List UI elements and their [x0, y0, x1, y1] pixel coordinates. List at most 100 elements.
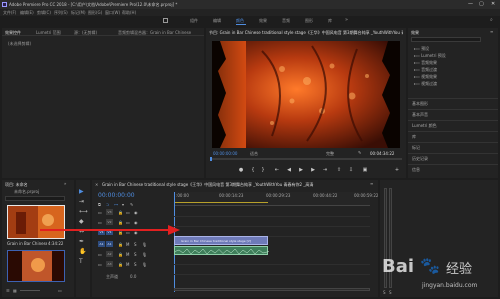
overflow-icon[interactable]: » — [345, 17, 348, 23]
track-label-v3[interactable]: V3 — [106, 209, 113, 215]
section-libraries[interactable]: 库 — [408, 131, 498, 140]
audio-lane-a2[interactable] — [174, 256, 370, 265]
section-info[interactable]: 信息 — [408, 164, 498, 173]
lock-icon[interactable]: 🔒 — [118, 262, 123, 267]
workspace-tab-editing[interactable]: 编辑 — [213, 18, 221, 24]
tab-lumetri-scopes[interactable]: Lumetri 范围 — [36, 30, 61, 36]
add-marker-icon[interactable]: ● — [238, 167, 244, 173]
tab-audio-clip-mixer[interactable]: 音频剪辑混合器：Grain in Bar Chinese — [118, 30, 202, 36]
new-item-icon[interactable]: ▭ — [58, 288, 62, 293]
lock-icon[interactable]: 🔒 — [118, 252, 123, 257]
mute-button[interactable]: M — [126, 252, 129, 257]
go-to-in-icon[interactable]: ⇤ — [274, 167, 280, 173]
search-icon[interactable]: ⌕ — [490, 17, 493, 23]
mute-button[interactable]: M — [126, 242, 129, 247]
timeline-horizontal-scrollbar[interactable] — [174, 288, 370, 291]
lock-icon[interactable]: 🔒 — [118, 210, 123, 215]
timeline-close-icon[interactable]: ✕ — [95, 182, 98, 187]
track-label-a3[interactable]: A3 — [106, 261, 113, 267]
type-tool-icon[interactable]: T — [79, 258, 83, 265]
audio-lane-a3[interactable] — [174, 266, 370, 275]
section-essential-graphics[interactable]: 基本图形 — [408, 98, 498, 107]
toggle-sync-lock-icon[interactable]: ▭ — [98, 210, 102, 215]
list-item[interactable]: ▸▭ 音频过渡 — [408, 66, 498, 73]
track-label-a2[interactable]: A2 — [106, 251, 113, 257]
track-label-a1[interactable]: A1 — [106, 241, 113, 247]
video-clip[interactable]: Grain in Bar Chinese traditional style s… — [174, 236, 268, 245]
fit-dropdown[interactable]: 适合 — [250, 151, 258, 157]
section-lumetri-color[interactable]: Lumetri 颜色 — [408, 120, 498, 129]
section-essential-sound[interactable]: 基本声音 — [408, 109, 498, 118]
timeline-settings-icon[interactable]: ✎ — [130, 202, 133, 207]
solo-button[interactable]: S — [134, 262, 137, 267]
go-to-out-icon[interactable]: ⇥ — [322, 167, 328, 173]
solo-button[interactable]: S — [134, 252, 137, 257]
list-item[interactable]: ▸▭ 音频效果 — [408, 59, 498, 66]
video-lane-v2[interactable] — [174, 218, 370, 227]
list-item[interactable]: ▸▭ 视频效果 — [408, 73, 498, 80]
selection-tool-icon[interactable]: ▶ — [79, 188, 84, 195]
effects-search-input[interactable] — [411, 37, 481, 42]
list-item[interactable]: ▸▭ 预设 — [408, 45, 498, 52]
eye-icon[interactable]: ◉ — [134, 210, 138, 215]
lock-icon[interactable]: 🔒 — [118, 242, 123, 247]
zoom-slider[interactable] — [20, 290, 40, 291]
tab-effect-controls[interactable]: 效果控件 — [5, 30, 21, 36]
microphone-icon[interactable]: 🎙 — [142, 242, 147, 247]
mark-out-icon[interactable]: } — [260, 167, 266, 173]
timeline-menu-icon[interactable]: ≡ — [370, 181, 373, 186]
project-panel-title[interactable]: 项目: 未命名 — [5, 182, 28, 188]
toggle-sync-lock-icon[interactable]: ▭ — [98, 262, 102, 267]
home-icon[interactable] — [163, 18, 168, 23]
close-button[interactable]: ✕ — [491, 1, 495, 7]
source-patch-a1[interactable]: A1 — [98, 241, 105, 247]
program-scrub-bar[interactable] — [210, 158, 402, 160]
maximize-button[interactable]: ▢ — [479, 1, 484, 7]
list-view-icon[interactable]: ☰ — [6, 288, 10, 293]
workspace-tab-effects[interactable]: 效果 — [259, 18, 267, 24]
workspace-tab-assembly[interactable]: 组件 — [190, 18, 198, 24]
step-forward-icon[interactable]: ▶ — [310, 167, 316, 173]
mute-button[interactable]: M — [126, 262, 129, 267]
time-ruler[interactable]: :00:00 00:00:14:23 00:00:29:23 00:00:44:… — [174, 192, 378, 206]
section-markers[interactable]: 标记 — [408, 142, 498, 151]
icon-view-icon[interactable]: ▦ — [13, 288, 17, 293]
microphone-icon[interactable]: 🎙 — [142, 262, 147, 267]
hand-tool-icon[interactable]: ✋ — [79, 248, 86, 255]
list-item[interactable]: ▸▭ 视频过渡 — [408, 80, 498, 87]
extract-icon[interactable]: ⇩ — [348, 167, 354, 173]
wrench-icon[interactable]: ✎ — [358, 150, 361, 155]
workspace-tab-graphics[interactable]: 图形 — [305, 18, 313, 24]
section-history[interactable]: 历史记录 — [408, 153, 498, 162]
program-monitor-title[interactable]: 节目: Grain in Bar Chinese traditional sty… — [209, 30, 403, 36]
work-area-bar[interactable] — [174, 202, 268, 203]
export-frame-icon[interactable]: ▣ — [362, 167, 368, 173]
sequence-thumbnail[interactable] — [7, 250, 65, 282]
timeline-timecode[interactable]: 00:00:00:00 — [98, 192, 135, 199]
project-search-input[interactable] — [5, 196, 65, 201]
step-back-icon[interactable]: ◀ — [286, 167, 292, 173]
effects-panel-title[interactable]: 效果 — [411, 30, 419, 36]
linked-selection-icon[interactable]: ⊶ — [114, 202, 118, 207]
master-track-value[interactable]: 0.0 — [130, 274, 136, 279]
mark-in-icon[interactable]: { — [250, 167, 256, 173]
program-playhead[interactable] — [210, 157, 212, 161]
effects-menu-icon[interactable]: ≡ — [490, 29, 493, 34]
nest-icon[interactable]: ⧉ — [98, 202, 101, 207]
microphone-icon[interactable]: 🎙 — [142, 252, 147, 257]
workspace-tab-libraries[interactable]: 库 — [328, 18, 332, 24]
play-icon[interactable]: ▶ — [298, 167, 304, 173]
tab-source[interactable]: 源：(无剪辑) — [74, 30, 97, 36]
video-lane-v3[interactable] — [174, 208, 370, 217]
audio-clip[interactable] — [174, 246, 269, 255]
add-marker-timeline-icon[interactable]: ▾ — [122, 202, 124, 207]
button-editor-icon[interactable]: + — [394, 167, 400, 173]
pen-tool-icon[interactable]: ✒ — [79, 238, 84, 245]
list-item[interactable]: ▸▭ Lumetri 预设 — [408, 52, 498, 59]
quality-dropdown[interactable]: 完整 — [326, 151, 334, 157]
timeline-title[interactable]: Grain in Bar Chinese traditional style s… — [102, 182, 362, 188]
target-icon[interactable]: ▭ — [126, 210, 130, 215]
workspace-tab-audio[interactable]: 音频 — [282, 18, 290, 24]
track-select-tool-icon[interactable]: ⇥ — [79, 198, 84, 205]
lift-icon[interactable]: ⇧ — [336, 167, 342, 173]
